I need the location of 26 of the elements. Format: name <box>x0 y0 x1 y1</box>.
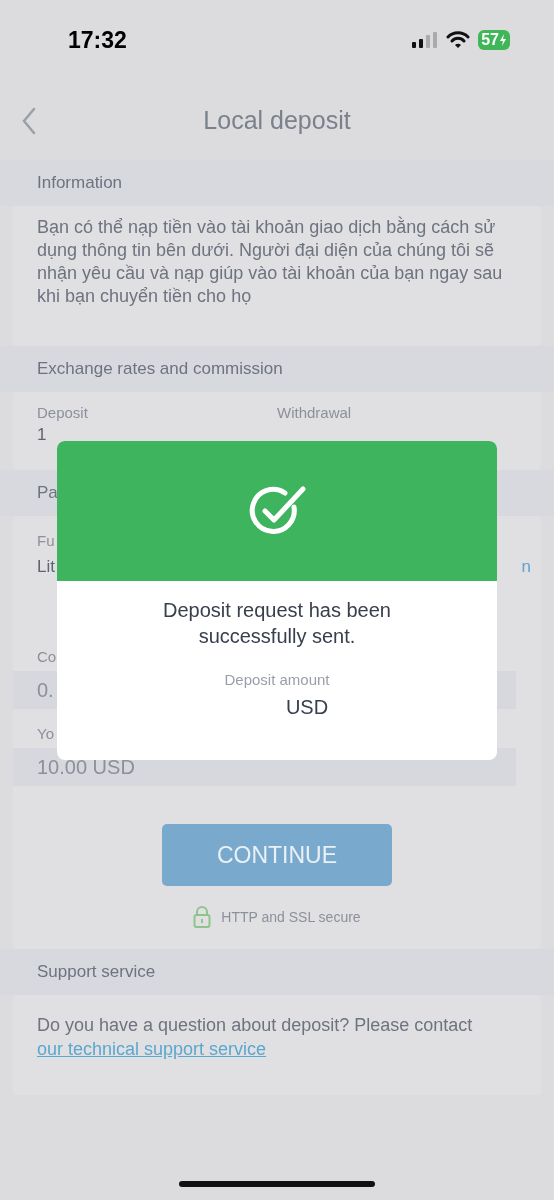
rate-value: 1 <box>37 425 48 445</box>
amount-label: Deposit amount <box>224 671 330 688</box>
field-value: Lit <box>37 557 55 577</box>
dialog-message: Deposit request has been successfully sent. <box>162 598 392 649</box>
section-header: Exchange rates and commission <box>37 359 283 379</box>
info-text: Bạn có thể nạp tiền vào tài khoản giao dịch bằng cách sử dụng thông tin bên dưới. Người đại diện của chúng tôi sẽ nhận yêu cầu và nạp giúp vào tài khoản của bạn ngay sau khi bạn chuyển tiền cho họ <box>37 216 504 308</box>
lock-icon <box>193 906 212 928</box>
support-text: Do you have a question about deposit? Please contact our technical support service <box>37 1014 474 1061</box>
amount-value: USD <box>285 696 329 719</box>
field-link[interactable]: n <box>521 557 531 577</box>
rate-label: Withdrawal <box>277 404 353 421</box>
field-label: Yo <box>37 725 55 742</box>
field-label: Co <box>37 648 58 665</box>
field-label: Fu <box>37 532 56 549</box>
wifi-icon <box>446 31 471 49</box>
back-icon[interactable] <box>22 107 36 135</box>
section-header: Pa <box>37 483 58 503</box>
section-header: Support service <box>37 962 156 982</box>
support-link[interactable]: our technical support service <box>37 1039 267 1059</box>
status-time: 17:32 <box>68 26 127 54</box>
secure-note: HTTP and SSL secure <box>221 909 361 925</box>
signal-icon <box>412 32 439 48</box>
section-header: Information <box>37 173 123 193</box>
page-title: Local deposit <box>203 105 351 135</box>
rate-label: Deposit <box>37 404 89 421</box>
battery-indicator: 57 <box>478 30 510 50</box>
